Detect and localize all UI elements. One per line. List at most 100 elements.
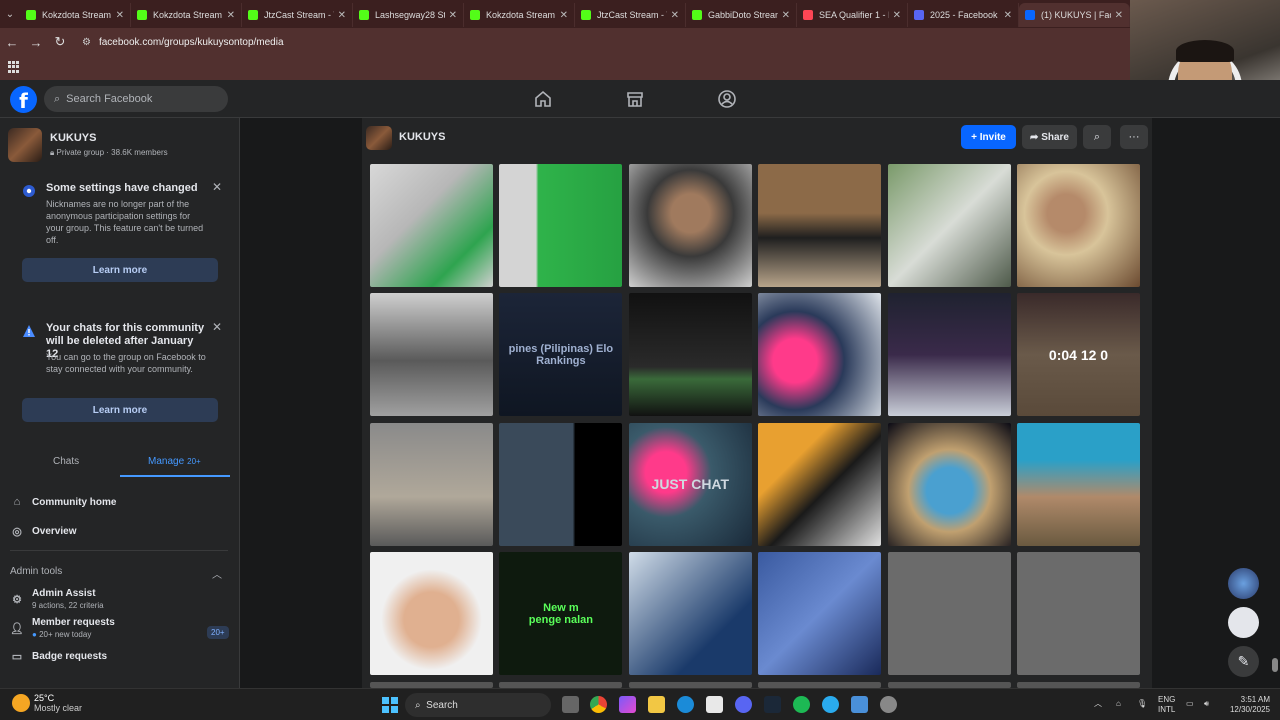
photo-thumbnail[interactable]: 0:04 12 0 bbox=[1017, 293, 1140, 417]
photo-thumbnail[interactable] bbox=[499, 164, 623, 287]
photo-thumbnail[interactable]: New m penge nalan bbox=[499, 552, 623, 676]
sidebar-item-community-home[interactable]: ⌂ Community home bbox=[10, 495, 117, 509]
language-indicator[interactable]: ENG INTL bbox=[1158, 695, 1175, 715]
groups-icon[interactable] bbox=[717, 89, 737, 109]
clock[interactable]: 3:51 AM 12/30/2025 bbox=[1226, 695, 1270, 715]
photo-thumbnail[interactable] bbox=[499, 422, 623, 546]
photos-app-icon[interactable] bbox=[851, 696, 868, 713]
browser-tab[interactable]: 2025 - Facebook I ✕ bbox=[908, 3, 1019, 27]
more-options-button[interactable]: ··· bbox=[1120, 125, 1148, 149]
close-tab-icon[interactable]: ✕ bbox=[893, 10, 901, 21]
photo-thumbnail[interactable] bbox=[1017, 422, 1140, 546]
close-tab-icon[interactable]: ✕ bbox=[449, 10, 457, 21]
file-explorer-icon[interactable] bbox=[648, 696, 665, 713]
default-avatar-icon[interactable] bbox=[1228, 607, 1259, 638]
photo-thumbnail[interactable] bbox=[628, 164, 752, 287]
tab-manage[interactable]: Manage 20+ bbox=[148, 456, 201, 467]
browser-tab[interactable]: (1) KUKUYS | Face ✕ bbox=[1019, 3, 1130, 27]
browser-tab[interactable]: Kokzdota Stream ✕ bbox=[20, 3, 131, 27]
sidebar-item-badge-requests[interactable]: ▭ Badge requests bbox=[10, 649, 107, 663]
sidebar-item-admin-assist[interactable]: ⚙ Admin Assist 9 actions, 22 criteria bbox=[10, 588, 104, 610]
forward-icon[interactable]: → bbox=[24, 35, 48, 50]
close-tab-icon[interactable]: ✕ bbox=[671, 10, 679, 21]
photo-thumbnail[interactable] bbox=[887, 164, 1011, 287]
invite-button[interactable]: + Invite bbox=[961, 125, 1016, 149]
browser-tab[interactable]: SEA Qualifier 1 - I ✕ bbox=[797, 3, 908, 27]
browser-tab[interactable]: JtzCast Stream - V ✕ bbox=[575, 3, 686, 27]
close-tab-icon[interactable]: ✕ bbox=[1115, 10, 1123, 21]
browser-tab[interactable]: Lashsegway28 Str ✕ bbox=[353, 3, 464, 27]
photo-thumbnail[interactable] bbox=[758, 422, 882, 546]
page-scrollbar[interactable] bbox=[1270, 118, 1280, 688]
sidebar-item-member-requests[interactable]: 👤︎ Member requests ● 20+ new today bbox=[10, 617, 115, 639]
home-icon[interactable] bbox=[533, 89, 553, 109]
chevron-up-icon[interactable]: ︿ bbox=[212, 566, 222, 581]
settings-app-icon[interactable] bbox=[880, 696, 897, 713]
photo-thumbnail[interactable] bbox=[1017, 164, 1140, 287]
photo-thumbnail[interactable] bbox=[628, 552, 752, 676]
photo-thumbnail[interactable] bbox=[370, 422, 493, 546]
photo-thumbnail[interactable] bbox=[887, 293, 1011, 417]
photo-thumbnail[interactable]: pines (Pilipinas) Elo Rankings bbox=[499, 293, 623, 417]
tab-search-icon[interactable]: ⌄ bbox=[0, 0, 20, 28]
photo-thumbnail[interactable] bbox=[887, 422, 1011, 546]
facebook-logo[interactable]: f bbox=[10, 86, 37, 113]
copilot-icon[interactable] bbox=[619, 696, 636, 713]
photo-thumbnail[interactable]: JUST CHAT bbox=[628, 422, 752, 546]
scrollbar-thumb[interactable] bbox=[1272, 658, 1278, 672]
photo-thumbnail[interactable] bbox=[370, 552, 493, 676]
share-button[interactable]: ➦ Share bbox=[1022, 125, 1077, 149]
site-settings-icon[interactable]: ⚙ bbox=[82, 37, 91, 48]
sidebar-item-overview[interactable]: ◎ Overview bbox=[10, 524, 76, 538]
volume-icon[interactable]: 🔊︎ bbox=[1204, 699, 1209, 709]
photo-thumbnail[interactable] bbox=[758, 164, 882, 287]
learn-more-button[interactable]: Learn more bbox=[22, 258, 218, 282]
chrome-icon[interactable] bbox=[590, 696, 607, 713]
photo-thumbnail[interactable] bbox=[758, 552, 882, 676]
discord-icon[interactable] bbox=[735, 696, 752, 713]
close-tab-icon[interactable]: ✕ bbox=[560, 10, 568, 21]
photo-thumbnail[interactable] bbox=[628, 293, 752, 417]
weather-widget[interactable]: 25°C Mostly clear bbox=[12, 693, 82, 713]
new-message-icon[interactable]: ✎ bbox=[1228, 646, 1259, 677]
edge-icon[interactable] bbox=[677, 696, 694, 713]
group-header[interactable]: KUKUYS 🔒︎ Private group · 38.6K members bbox=[8, 128, 168, 162]
marketplace-icon[interactable] bbox=[625, 89, 645, 109]
photo-thumbnail[interactable] bbox=[1017, 552, 1140, 676]
learn-more-button[interactable]: Learn more bbox=[22, 398, 218, 422]
back-icon[interactable]: ← bbox=[0, 35, 24, 50]
browser-tab[interactable]: GabbiDoto Strean ✕ bbox=[686, 3, 797, 27]
close-tab-icon[interactable]: ✕ bbox=[782, 10, 790, 21]
tab-chats[interactable]: Chats bbox=[53, 456, 79, 467]
task-view-icon[interactable] bbox=[562, 696, 579, 713]
url-field[interactable]: ⚙ facebook.com/groups/kukuysontop/media bbox=[82, 37, 284, 48]
photo-thumbnail[interactable] bbox=[370, 164, 493, 287]
reload-icon[interactable]: ↻ bbox=[48, 34, 72, 50]
browser-tab[interactable]: Kokzdota Stream ✕ bbox=[131, 3, 242, 27]
facebook-search-input[interactable]: ⌕ Search Facebook bbox=[44, 86, 228, 112]
telegram-icon[interactable] bbox=[822, 696, 839, 713]
close-tab-icon[interactable]: ✕ bbox=[116, 10, 124, 21]
contact-avatar[interactable] bbox=[1228, 568, 1259, 599]
close-tab-icon[interactable]: ✕ bbox=[1004, 10, 1012, 21]
chevron-up-icon[interactable]: ︿ bbox=[1094, 699, 1102, 709]
windows-start-icon[interactable] bbox=[382, 697, 398, 713]
photo-thumbnail[interactable] bbox=[370, 293, 493, 417]
steam-icon[interactable] bbox=[764, 696, 781, 713]
taskbar-search[interactable]: ⌕ Search bbox=[405, 693, 551, 717]
spotify-icon[interactable] bbox=[793, 696, 810, 713]
photo-thumbnail[interactable] bbox=[887, 552, 1011, 676]
close-tab-icon[interactable]: ✕ bbox=[338, 10, 346, 21]
wifi-icon[interactable]: ▭ bbox=[1186, 699, 1194, 709]
close-tab-icon[interactable]: ✕ bbox=[227, 10, 235, 21]
apps-grid-icon[interactable] bbox=[8, 61, 20, 73]
store-icon[interactable] bbox=[706, 696, 723, 713]
network-tray-icon[interactable]: ⌂ bbox=[1116, 699, 1121, 709]
mic-icon[interactable]: 🎙︎ bbox=[1137, 699, 1147, 709]
browser-tab[interactable]: JtzCast Stream - V ✕ bbox=[242, 3, 353, 27]
close-icon[interactable]: ✕ bbox=[212, 320, 222, 334]
search-group-button[interactable]: ⌕ bbox=[1083, 125, 1111, 149]
close-icon[interactable]: ✕ bbox=[212, 180, 222, 194]
photo-thumbnail[interactable] bbox=[758, 293, 882, 417]
browser-tab[interactable]: Kokzdota Stream ✕ bbox=[464, 3, 575, 27]
